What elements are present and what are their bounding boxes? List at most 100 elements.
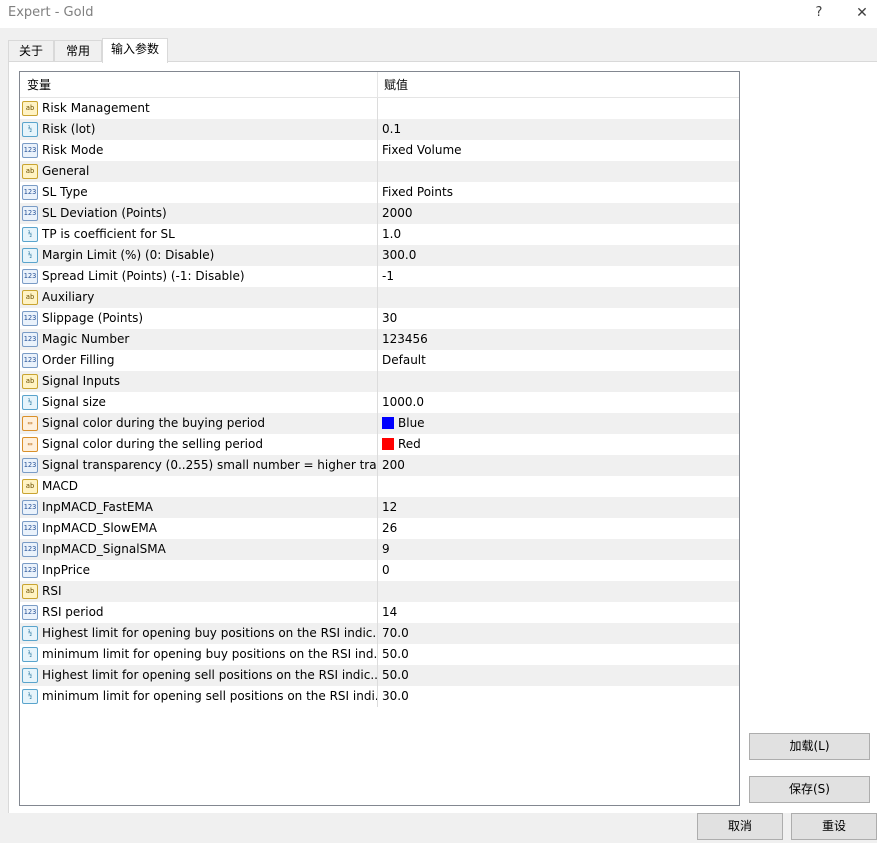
table-row[interactable]: ▭ Signal color during the selling period R… — [20, 434, 739, 455]
value-cell[interactable] — [379, 581, 739, 602]
value-cell[interactable]: 70.0 — [379, 623, 739, 644]
value-cell[interactable]: 50.0 — [379, 665, 739, 686]
variable-name: Highest limit for opening buy positions … — [42, 626, 378, 640]
integer-type-icon: 123 — [22, 332, 38, 347]
value-cell[interactable] — [379, 371, 739, 392]
value-cell[interactable]: 2000 — [379, 203, 739, 224]
table-row[interactable]: ½ Margin Limit (%) (0: Disable) 300.0 — [20, 245, 739, 266]
value-cell[interactable]: 300.0 — [379, 245, 739, 266]
table-row[interactable]: 123 SL Type Fixed Points — [20, 182, 739, 203]
table-row[interactable]: 123 Spread Limit (Points) (-1: Disable) -1 — [20, 266, 739, 287]
table-row[interactable]: 123 Risk Mode Fixed Volume — [20, 140, 739, 161]
table-row[interactable]: 123 RSI period 14 — [20, 602, 739, 623]
variable-name: Risk Mode — [42, 143, 104, 157]
cancel-button[interactable]: 取消 — [697, 813, 783, 840]
integer-type-icon: 123 — [22, 605, 38, 620]
table-row[interactable]: ab Auxiliary — [20, 287, 739, 308]
value-cell[interactable]: 12 — [379, 497, 739, 518]
parameter-value: 1000.0 — [382, 395, 424, 409]
value-cell[interactable]: 30.0 — [379, 686, 739, 707]
table-row[interactable]: ab Signal Inputs — [20, 371, 739, 392]
load-button[interactable]: 加载(L) — [749, 733, 870, 760]
table-row[interactable]: ½ minimum limit for opening buy positions… — [20, 644, 739, 665]
double-type-icon: ½ — [22, 689, 38, 704]
table-row[interactable]: ab General — [20, 161, 739, 182]
value-cell[interactable]: 9 — [379, 539, 739, 560]
parameter-value: 0.1 — [382, 122, 402, 136]
table-row[interactable]: 123 Order Filling Default — [20, 350, 739, 371]
column-header-variable[interactable]: 变量 — [20, 72, 378, 98]
value-cell[interactable] — [379, 287, 739, 308]
value-cell[interactable]: 0.1 — [379, 119, 739, 140]
help-button[interactable]: ? — [808, 2, 830, 24]
table-row[interactable]: ½ Risk (lot) 0.1 — [20, 119, 739, 140]
variable-cell: 123 InpMACD_FastEMA — [20, 497, 378, 518]
column-header-value[interactable]: 赋值 — [379, 72, 739, 98]
string-type-icon: ab — [22, 584, 38, 599]
variable-cell: ½ Margin Limit (%) (0: Disable) — [20, 245, 378, 266]
table-row[interactable]: ½ TP is coefficient for SL 1.0 — [20, 224, 739, 245]
parameter-value: 50.0 — [382, 647, 409, 661]
table-row[interactable]: ½ Signal size 1000.0 — [20, 392, 739, 413]
value-cell[interactable]: Red — [379, 434, 739, 455]
value-cell[interactable] — [379, 476, 739, 497]
variable-name: InpMACD_FastEMA — [42, 500, 153, 514]
variable-name: Slippage (Points) — [42, 311, 144, 325]
tab-about[interactable]: 关于 — [8, 40, 54, 62]
variable-name: InpMACD_SignalSMA — [42, 542, 166, 556]
table-row[interactable]: 123 SL Deviation (Points) 2000 — [20, 203, 739, 224]
string-type-icon: ab — [22, 101, 38, 116]
table-row[interactable]: ▭ Signal color during the buying period Bl… — [20, 413, 739, 434]
variable-name: InpMACD_SlowEMA — [42, 521, 157, 535]
table-row[interactable]: 123 InpMACD_FastEMA 12 — [20, 497, 739, 518]
table-row[interactable]: 123 Signal transparency (0..255) small nu… — [20, 455, 739, 476]
table-row[interactable]: 123 InpPrice 0 — [20, 560, 739, 581]
value-cell[interactable]: 1.0 — [379, 224, 739, 245]
variable-cell: 123 Signal transparency (0..255) small nu… — [20, 455, 378, 476]
table-row[interactable]: ab MACD — [20, 476, 739, 497]
variable-name: RSI period — [42, 605, 104, 619]
window-title: Expert - Gold — [8, 5, 94, 20]
value-cell[interactable]: 50.0 — [379, 644, 739, 665]
table-row[interactable]: 123 InpMACD_SignalSMA 9 — [20, 539, 739, 560]
value-cell[interactable]: -1 — [379, 266, 739, 287]
table-row[interactable]: 123 InpMACD_SlowEMA 26 — [20, 518, 739, 539]
value-cell[interactable]: Default — [379, 350, 739, 371]
variable-cell: ▭ Signal color during the selling period — [20, 434, 378, 455]
value-cell[interactable] — [379, 98, 739, 119]
value-cell[interactable]: Fixed Volume — [379, 140, 739, 161]
reset-button[interactable]: 重设 — [791, 813, 877, 840]
variable-name: Highest limit for opening sell positions… — [42, 668, 378, 682]
value-cell[interactable]: 1000.0 — [379, 392, 739, 413]
parameter-value: 123456 — [382, 332, 428, 346]
save-button[interactable]: 保存(S) — [749, 776, 870, 803]
parameter-value: -1 — [382, 269, 394, 283]
table-row[interactable]: 123 Slippage (Points) 30 — [20, 308, 739, 329]
value-cell[interactable]: 26 — [379, 518, 739, 539]
color-swatch — [382, 417, 394, 429]
value-cell[interactable]: 200 — [379, 455, 739, 476]
value-cell[interactable] — [379, 161, 739, 182]
value-cell[interactable]: 14 — [379, 602, 739, 623]
close-button[interactable]: ✕ — [850, 2, 874, 24]
value-cell[interactable]: 30 — [379, 308, 739, 329]
double-type-icon: ½ — [22, 395, 38, 410]
table-row[interactable]: ab Risk Management — [20, 98, 739, 119]
table-row[interactable]: ½ Highest limit for opening sell position… — [20, 665, 739, 686]
variable-name: General — [42, 164, 90, 178]
table-row[interactable]: ab RSI — [20, 581, 739, 602]
value-cell[interactable]: Blue — [379, 413, 739, 434]
table-row[interactable]: 123 Magic Number 123456 — [20, 329, 739, 350]
table-row[interactable]: ½ Highest limit for opening buy positions… — [20, 623, 739, 644]
table-row[interactable]: ½ minimum limit for opening sell position… — [20, 686, 739, 707]
variable-cell: 123 InpPrice — [20, 560, 378, 581]
value-cell[interactable]: 0 — [379, 560, 739, 581]
variable-name: minimum limit for opening sell positions… — [42, 689, 378, 703]
variable-cell: ab MACD — [20, 476, 378, 497]
value-cell[interactable]: Fixed Points — [379, 182, 739, 203]
tab-inputs[interactable]: 输入参数 — [102, 38, 168, 63]
value-cell[interactable]: 123456 — [379, 329, 739, 350]
tab-common[interactable]: 常用 — [54, 40, 102, 62]
parameter-value: 50.0 — [382, 668, 409, 682]
variable-cell: ▭ Signal color during the buying period — [20, 413, 378, 434]
